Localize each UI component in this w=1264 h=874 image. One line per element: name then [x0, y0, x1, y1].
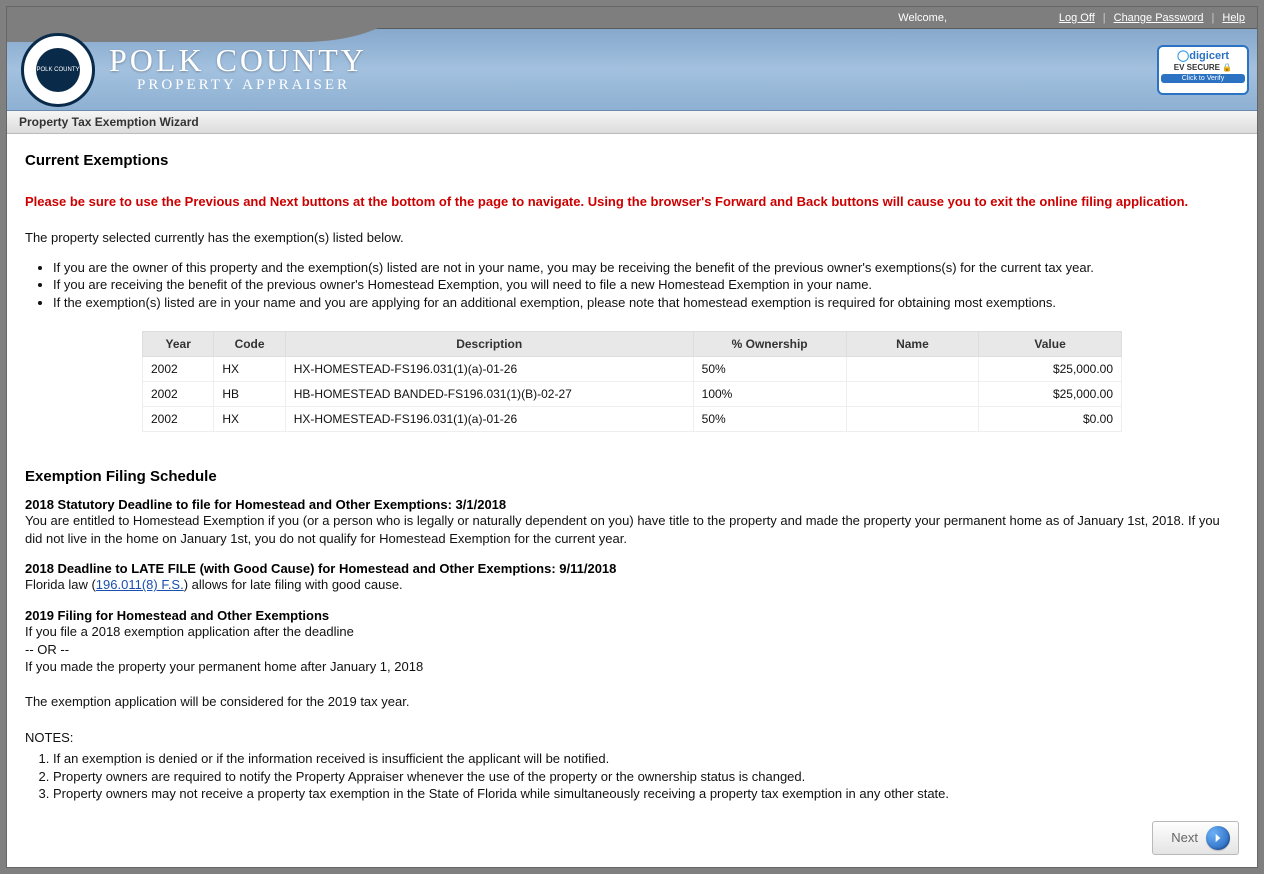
cell-desc: HX-HOMESTEAD-FS196.031(1)(a)-01-26: [285, 357, 693, 382]
logoff-link[interactable]: Log Off: [1059, 12, 1095, 24]
digicert-secure: EV SECURE 🔒: [1161, 63, 1245, 72]
separator: |: [1212, 12, 1215, 24]
note-item: Property owners may not receive a proper…: [53, 785, 1239, 803]
cell-name: [846, 357, 979, 382]
cell-year: 2002: [143, 407, 214, 432]
col-value: Value: [979, 332, 1122, 357]
digicert-verify: Click to Verify: [1161, 74, 1245, 83]
bullet-item: If the exemption(s) listed are in your n…: [53, 294, 1239, 312]
cell-name: [846, 407, 979, 432]
digicert-logo: ◯digicert: [1161, 49, 1245, 62]
col-year: Year: [143, 332, 214, 357]
notes-label: NOTES:: [25, 729, 1239, 747]
current-exemptions-heading: Current Exemptions: [25, 152, 1239, 169]
table-header-row: Year Code Description % Ownership Name V…: [143, 332, 1122, 357]
seal-inner: POLK COUNTY: [36, 48, 80, 92]
footer-nav: Next: [7, 817, 1257, 867]
cell-ownership: 100%: [693, 382, 846, 407]
wizard-header: Property Tax Exemption Wizard: [7, 111, 1257, 134]
digicert-badge[interactable]: ◯digicert EV SECURE 🔒 Click to Verify: [1157, 45, 1249, 95]
schedule-latefile: 2018 Deadline to LATE FILE (with Good Ca…: [25, 561, 1239, 594]
cell-code: HX: [214, 357, 285, 382]
schedule-heading: Exemption Filing Schedule: [25, 468, 1239, 485]
cell-code: HB: [214, 382, 285, 407]
separator: |: [1103, 12, 1106, 24]
arrow-right-icon: [1206, 826, 1230, 850]
schedule-title: 2019 Filing for Homestead and Other Exem…: [25, 608, 1239, 623]
change-password-link[interactable]: Change Password: [1114, 12, 1204, 24]
col-desc: Description: [285, 332, 693, 357]
col-name: Name: [846, 332, 979, 357]
cell-desc: HX-HOMESTEAD-FS196.031(1)(a)-01-26: [285, 407, 693, 432]
schedule-body: Florida law (196.011(8) F.S.) allows for…: [25, 576, 1239, 594]
cell-code: HX: [214, 407, 285, 432]
bullet-item: If you are the owner of this property an…: [53, 259, 1239, 277]
cell-name: [846, 382, 979, 407]
navigation-warning: Please be sure to use the Previous and N…: [25, 193, 1239, 211]
cell-year: 2002: [143, 382, 214, 407]
help-link[interactable]: Help: [1222, 12, 1245, 24]
schedule-title: 2018 Deadline to LATE FILE (with Good Ca…: [25, 561, 1239, 576]
cell-value: $25,000.00: [979, 357, 1122, 382]
cell-ownership: 50%: [693, 357, 846, 382]
welcome-text: Welcome,: [898, 7, 947, 29]
banner-title: POLK COUNTY PROPERTY APPRAISER: [109, 42, 367, 94]
schedule-body: If you file a 2018 exemption application…: [25, 623, 1239, 711]
statute-link[interactable]: 196.011(8) F.S.: [96, 577, 184, 592]
schedule-title: 2018 Statutory Deadline to file for Home…: [25, 497, 1239, 512]
col-code: Code: [214, 332, 285, 357]
table-row: 2002HXHX-HOMESTEAD-FS196.031(1)(a)-01-26…: [143, 407, 1122, 432]
cell-desc: HB-HOMESTEAD BANDED-FS196.031(1)(B)-02-2…: [285, 382, 693, 407]
note-item: Property owners are required to notify t…: [53, 768, 1239, 786]
intro-text: The property selected currently has the …: [25, 229, 1239, 247]
schedule-body: You are entitled to Homestead Exemption …: [25, 512, 1239, 547]
cell-value: $25,000.00: [979, 382, 1122, 407]
content: Current Exemptions Please be sure to use…: [7, 134, 1257, 817]
county-name: POLK COUNTY: [109, 42, 367, 79]
county-sub: PROPERTY APPRAISER: [137, 77, 367, 94]
next-button[interactable]: Next: [1152, 821, 1239, 855]
bullet-item: If you are receiving the benefit of the …: [53, 276, 1239, 294]
table-row: 2002HBHB-HOMESTEAD BANDED-FS196.031(1)(B…: [143, 382, 1122, 407]
info-bullets: If you are the owner of this property an…: [53, 259, 1239, 312]
schedule-statutory: 2018 Statutory Deadline to file for Home…: [25, 497, 1239, 547]
cell-year: 2002: [143, 357, 214, 382]
cell-value: $0.00: [979, 407, 1122, 432]
table-row: 2002HXHX-HOMESTEAD-FS196.031(1)(a)-01-26…: [143, 357, 1122, 382]
col-ownership: % Ownership: [693, 332, 846, 357]
notes-list: If an exemption is denied or if the info…: [53, 750, 1239, 803]
exemptions-table: Year Code Description % Ownership Name V…: [142, 331, 1122, 432]
cell-ownership: 50%: [693, 407, 846, 432]
schedule-2019: 2019 Filing for Homestead and Other Exem…: [25, 608, 1239, 711]
banner: POLK COUNTY POLK COUNTY PROPERTY APPRAIS…: [7, 29, 1257, 111]
app-frame: Welcome, Log Off | Change Password | Hel…: [6, 6, 1258, 868]
county-seal: POLK COUNTY: [21, 33, 95, 107]
next-label: Next: [1171, 830, 1198, 845]
note-item: If an exemption is denied or if the info…: [53, 750, 1239, 768]
